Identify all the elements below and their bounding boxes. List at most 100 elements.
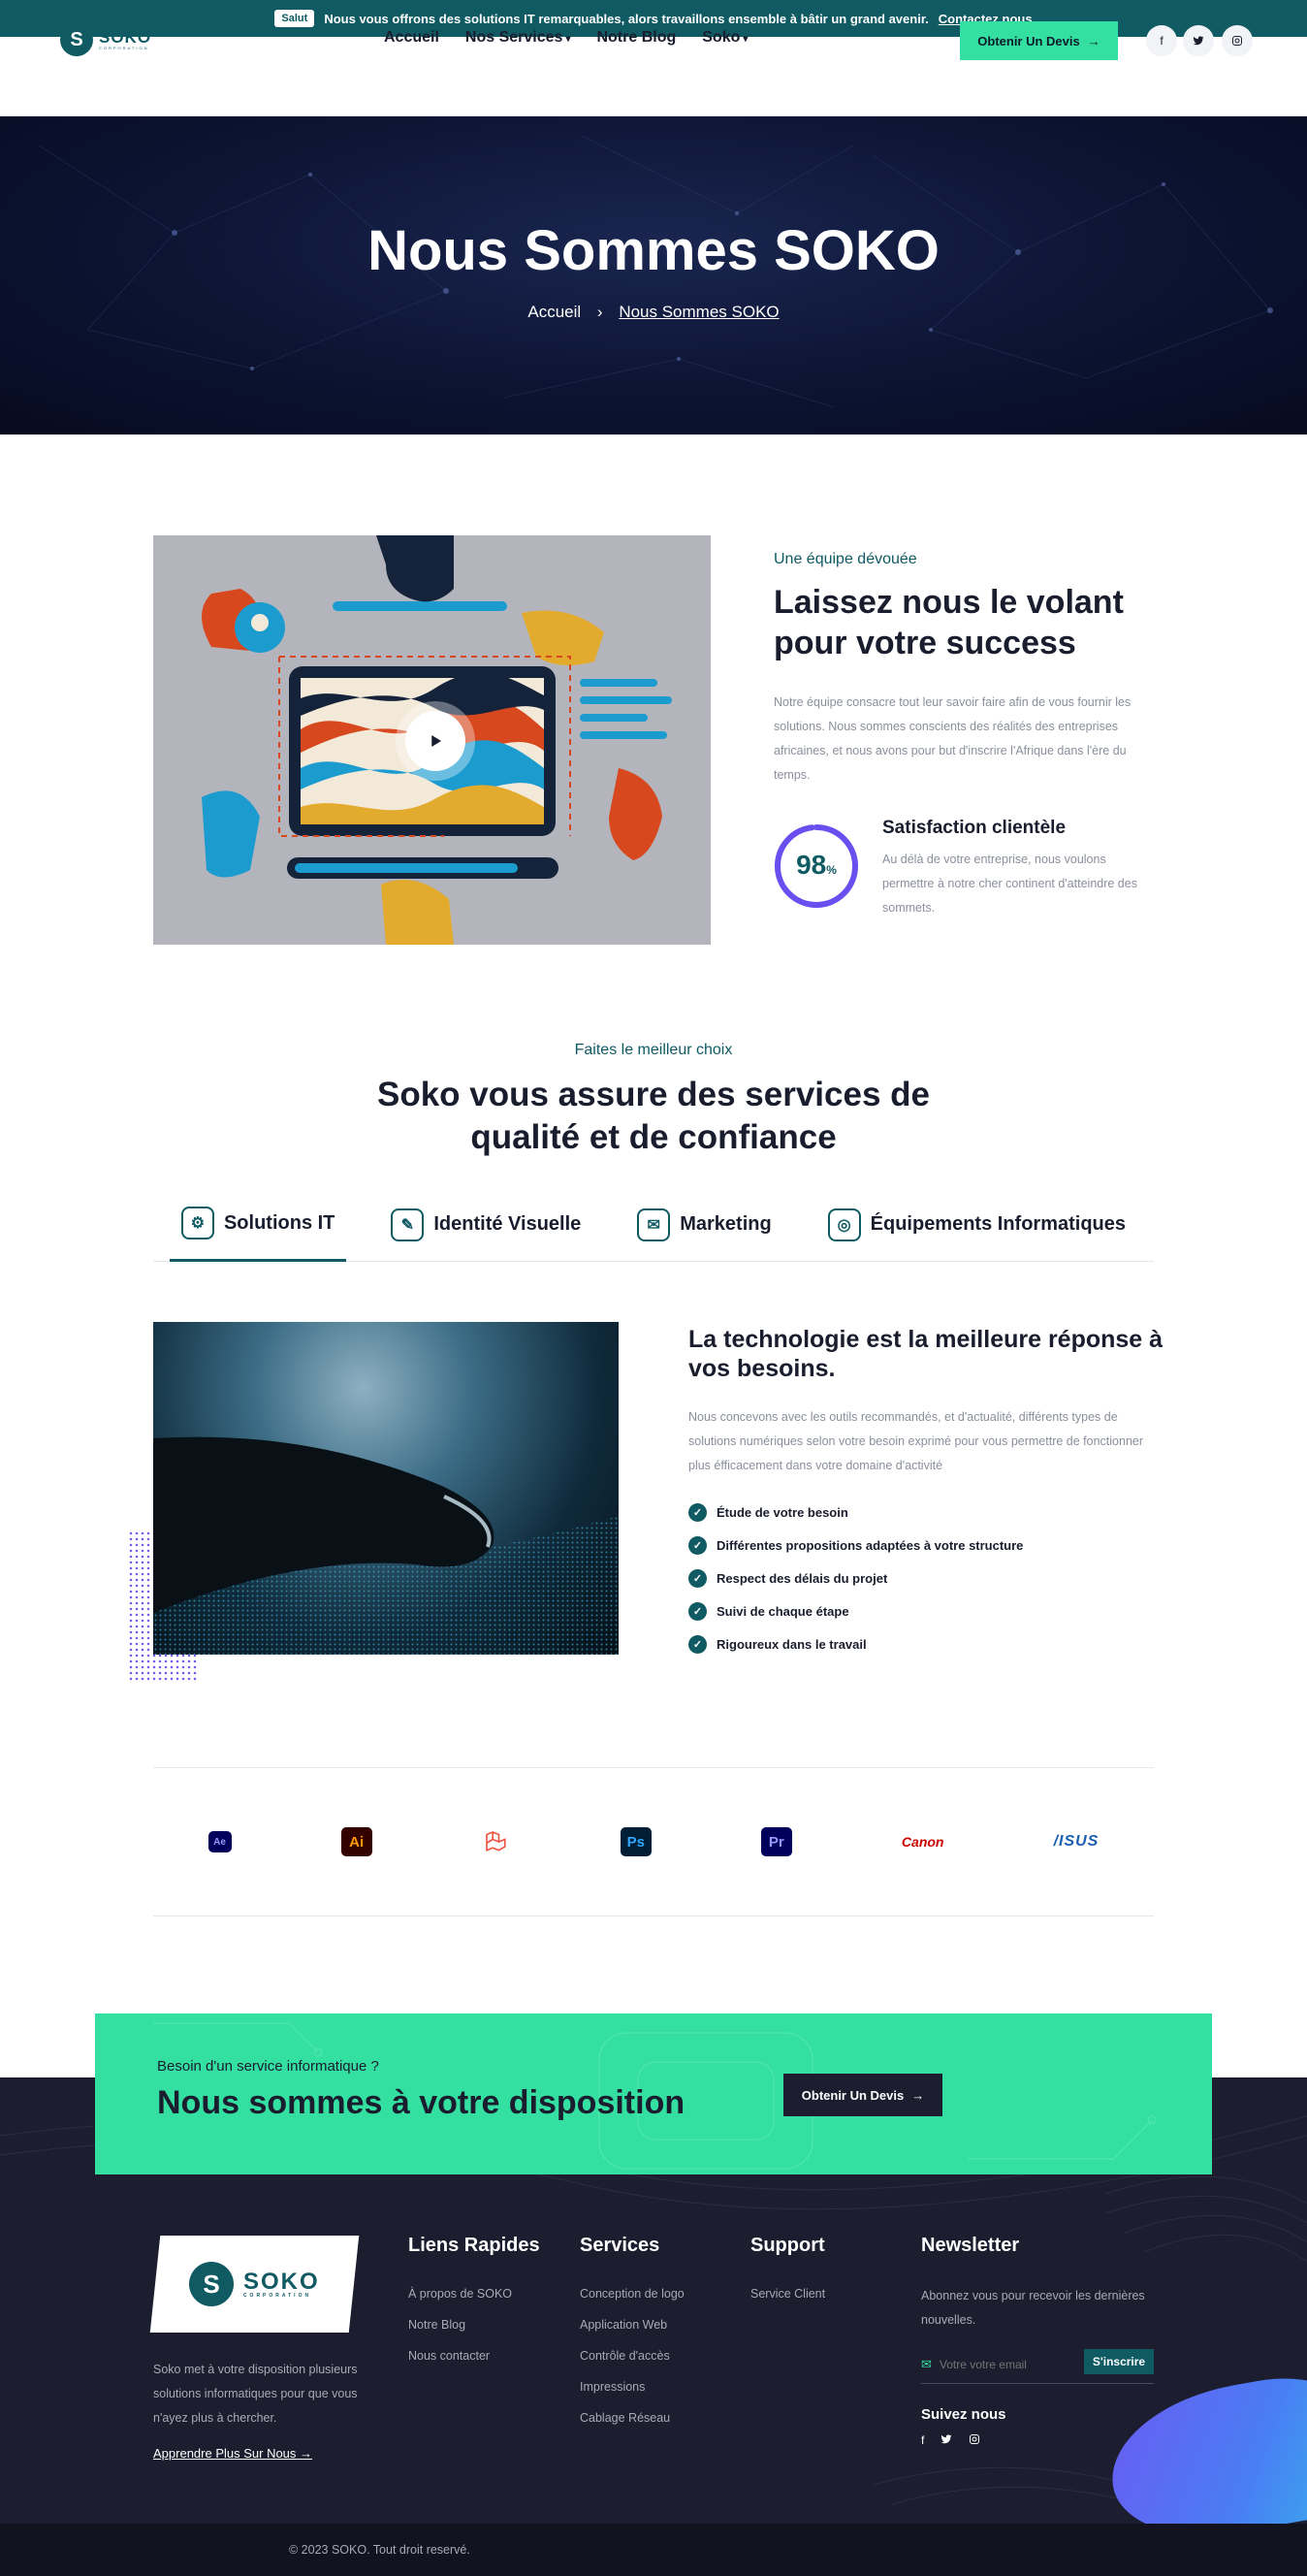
footer-col-title: Services bbox=[580, 2235, 660, 2256]
breadcrumb-home[interactable]: Accueil bbox=[527, 303, 581, 321]
check-icon: ✓ bbox=[688, 1502, 707, 1522]
footer-link[interactable]: Conception de logo bbox=[580, 2287, 685, 2301]
list-item: ✓ Rigoureux dans le travail bbox=[688, 1627, 1023, 1660]
footer-col-title: Support bbox=[750, 2235, 825, 2256]
nav-label: Soko bbox=[702, 29, 741, 46]
play-video-button[interactable] bbox=[405, 711, 465, 771]
instagram-icon[interactable] bbox=[1222, 25, 1253, 56]
get-quote-button[interactable]: Obtenir Un Devis → bbox=[960, 21, 1118, 60]
palette-icon: ✎ bbox=[391, 1208, 425, 1241]
nav-item-accueil[interactable]: Accueil bbox=[384, 29, 439, 47]
breadcrumb-current: Nous Sommes SOKO bbox=[619, 303, 780, 321]
globe-hand-icon: ◎ bbox=[827, 1208, 861, 1241]
laravel-logo-icon bbox=[482, 1827, 511, 1856]
nav-label: Nos Services bbox=[464, 29, 563, 46]
copyright-bar bbox=[0, 2524, 1307, 2576]
illustrator-logo: Ai bbox=[340, 1827, 372, 1856]
nav-item-blog[interactable]: Notre Blog bbox=[596, 29, 676, 47]
list-item: ✓ Étude de votre besoin bbox=[688, 1496, 1023, 1529]
support-links-list: Service Client bbox=[750, 2287, 825, 2318]
footer-logo[interactable]: S SOKO CORPORATION bbox=[149, 2236, 360, 2333]
footer-col-title: Liens Rapides bbox=[408, 2235, 540, 2256]
hello-badge: Salut bbox=[274, 10, 315, 27]
premiere-logo: Pr bbox=[760, 1827, 792, 1856]
service-heading: La technologie est la meilleure réponse … bbox=[688, 1326, 1164, 1382]
chevron-down-icon: ▾ bbox=[565, 34, 571, 45]
satisfaction-text: Au délà de votre entreprise, nous voulon… bbox=[882, 853, 1137, 915]
fingertip-tech-photo bbox=[153, 1322, 619, 1655]
photoshop-logo: Ps bbox=[620, 1827, 652, 1856]
logo-s-icon: S bbox=[60, 23, 93, 56]
announcement-text: Nous vous offrons des solutions IT remar… bbox=[324, 11, 929, 26]
tab-marketing[interactable]: ✉ Marketing bbox=[625, 1188, 782, 1262]
list-item: ✓ Respect des délais du projet bbox=[688, 1562, 1023, 1594]
list-item: ✓ Différentes propositions adaptées à vot… bbox=[688, 1529, 1023, 1562]
section-title: Soko vous assure des services de qualité… bbox=[376, 1076, 931, 1156]
cta-eyebrow: Besoin d'un service informatique ? bbox=[157, 2058, 379, 2075]
services-tabs: ⚙ Solutions IT ✎ Identité Visuelle ✉ Mar… bbox=[153, 1188, 1154, 1262]
satisfaction-number: 98 bbox=[796, 850, 827, 880]
twitter-icon[interactable] bbox=[940, 2433, 952, 2448]
nav-item-soko[interactable]: Soko ▾ bbox=[702, 29, 748, 47]
service-text: Nous concevons avec les outils recommand… bbox=[688, 1410, 1144, 1472]
footer-link[interactable]: Cablage Réseau bbox=[580, 2411, 670, 2425]
chevron-right-icon: › bbox=[596, 303, 603, 321]
check-icon: ✓ bbox=[688, 1634, 707, 1654]
newsletter-email-input[interactable] bbox=[939, 2357, 1075, 2371]
nav-label: Accueil bbox=[384, 29, 439, 46]
newsletter-title: Newsletter bbox=[921, 2235, 1020, 2256]
section-eyebrow: Faites le meilleur choix bbox=[574, 1042, 733, 1058]
check-icon: ✓ bbox=[688, 1601, 707, 1621]
list-item-label: Respect des délais du projet bbox=[717, 1570, 888, 1586]
twitter-icon[interactable] bbox=[1183, 25, 1214, 56]
button-label: Obtenir Un Devis bbox=[801, 2087, 905, 2103]
play-icon bbox=[431, 735, 441, 747]
check-icon: ✓ bbox=[688, 1535, 707, 1555]
main-nav: Accueil Nos Services ▾ Notre Blog Soko ▾ bbox=[384, 29, 748, 47]
satisfaction-unit: % bbox=[826, 863, 837, 877]
facebook-icon[interactable]: f bbox=[1146, 25, 1177, 56]
mail-icon: ✉ bbox=[921, 2356, 932, 2371]
tab-label: Solutions IT bbox=[223, 1211, 335, 1234]
footer-link[interactable]: Service Client bbox=[750, 2287, 825, 2301]
follow-title: Suivez nous bbox=[921, 2406, 1006, 2423]
list-item-label: Suivi de chaque étape bbox=[717, 1603, 849, 1619]
arrow-right-icon: → bbox=[1087, 33, 1100, 48]
footer-social-links: f bbox=[921, 2433, 980, 2448]
nav-item-services[interactable]: Nos Services ▾ bbox=[465, 29, 571, 47]
chevron-down-icon: ▾ bbox=[743, 34, 749, 45]
breadcrumb: Accueil › Nous Sommes SOKO bbox=[0, 303, 1307, 322]
logo-subtext: CORPORATION bbox=[99, 46, 149, 50]
footer-link[interactable]: Application Web bbox=[580, 2318, 667, 2332]
subscribe-button[interactable]: S'inscrire bbox=[1084, 2349, 1154, 2374]
instagram-icon[interactable] bbox=[969, 2433, 980, 2448]
gear-settings-icon: ⚙ bbox=[180, 1207, 214, 1240]
tab-solutions-it[interactable]: ⚙ Solutions IT bbox=[169, 1188, 347, 1262]
footer-link[interactable]: Contrôle d'accès bbox=[580, 2349, 670, 2363]
section-title: Laissez nous le volant pour votre succes… bbox=[774, 584, 1124, 661]
footer-link[interactable]: Nous contacter bbox=[408, 2349, 490, 2363]
logo-text: SOKO bbox=[99, 28, 152, 47]
logo-s-icon: S bbox=[189, 2262, 235, 2306]
megaphone-icon: ✉ bbox=[637, 1208, 671, 1241]
site-logo[interactable]: S SOKO CORPORATION bbox=[60, 23, 151, 56]
tab-equipements[interactable]: ◎ Équipements Informatiques bbox=[816, 1188, 1137, 1262]
link-label: Apprendre Plus Sur Nous bbox=[153, 2446, 297, 2461]
facebook-icon[interactable]: f bbox=[921, 2433, 924, 2448]
fingertip-graphic bbox=[153, 1436, 619, 1655]
learn-more-link[interactable]: Apprendre Plus Sur Nous → bbox=[153, 2446, 312, 2461]
after-effects-logo: Ae bbox=[207, 1831, 232, 1852]
footer-link[interactable]: Notre Blog bbox=[408, 2318, 465, 2332]
footer-link[interactable]: Impressions bbox=[580, 2380, 645, 2394]
newsletter-text: Abonnez vous pour recevoir les dernières… bbox=[921, 2289, 1145, 2327]
satisfaction-title: Satisfaction clientèle bbox=[882, 818, 1067, 838]
section-eyebrow: Une équipe dévouée bbox=[774, 551, 917, 567]
tab-identite-visuelle[interactable]: ✎ Identité Visuelle bbox=[379, 1188, 592, 1262]
asus-logo: /ISUS bbox=[1053, 1833, 1100, 1850]
cta-quote-button[interactable]: Obtenir Un Devis → bbox=[783, 2074, 942, 2116]
list-item-label: Différentes propositions adaptées à votr… bbox=[717, 1537, 1024, 1553]
cta-title: Nous sommes à votre disposition bbox=[157, 2084, 685, 2121]
footer-link[interactable]: À propos de SOKO bbox=[408, 2287, 512, 2301]
page-title: Nous Sommes SOKO bbox=[367, 219, 940, 282]
feature-list: ✓ Étude de votre besoin ✓ Différentes prop… bbox=[688, 1496, 1023, 1660]
